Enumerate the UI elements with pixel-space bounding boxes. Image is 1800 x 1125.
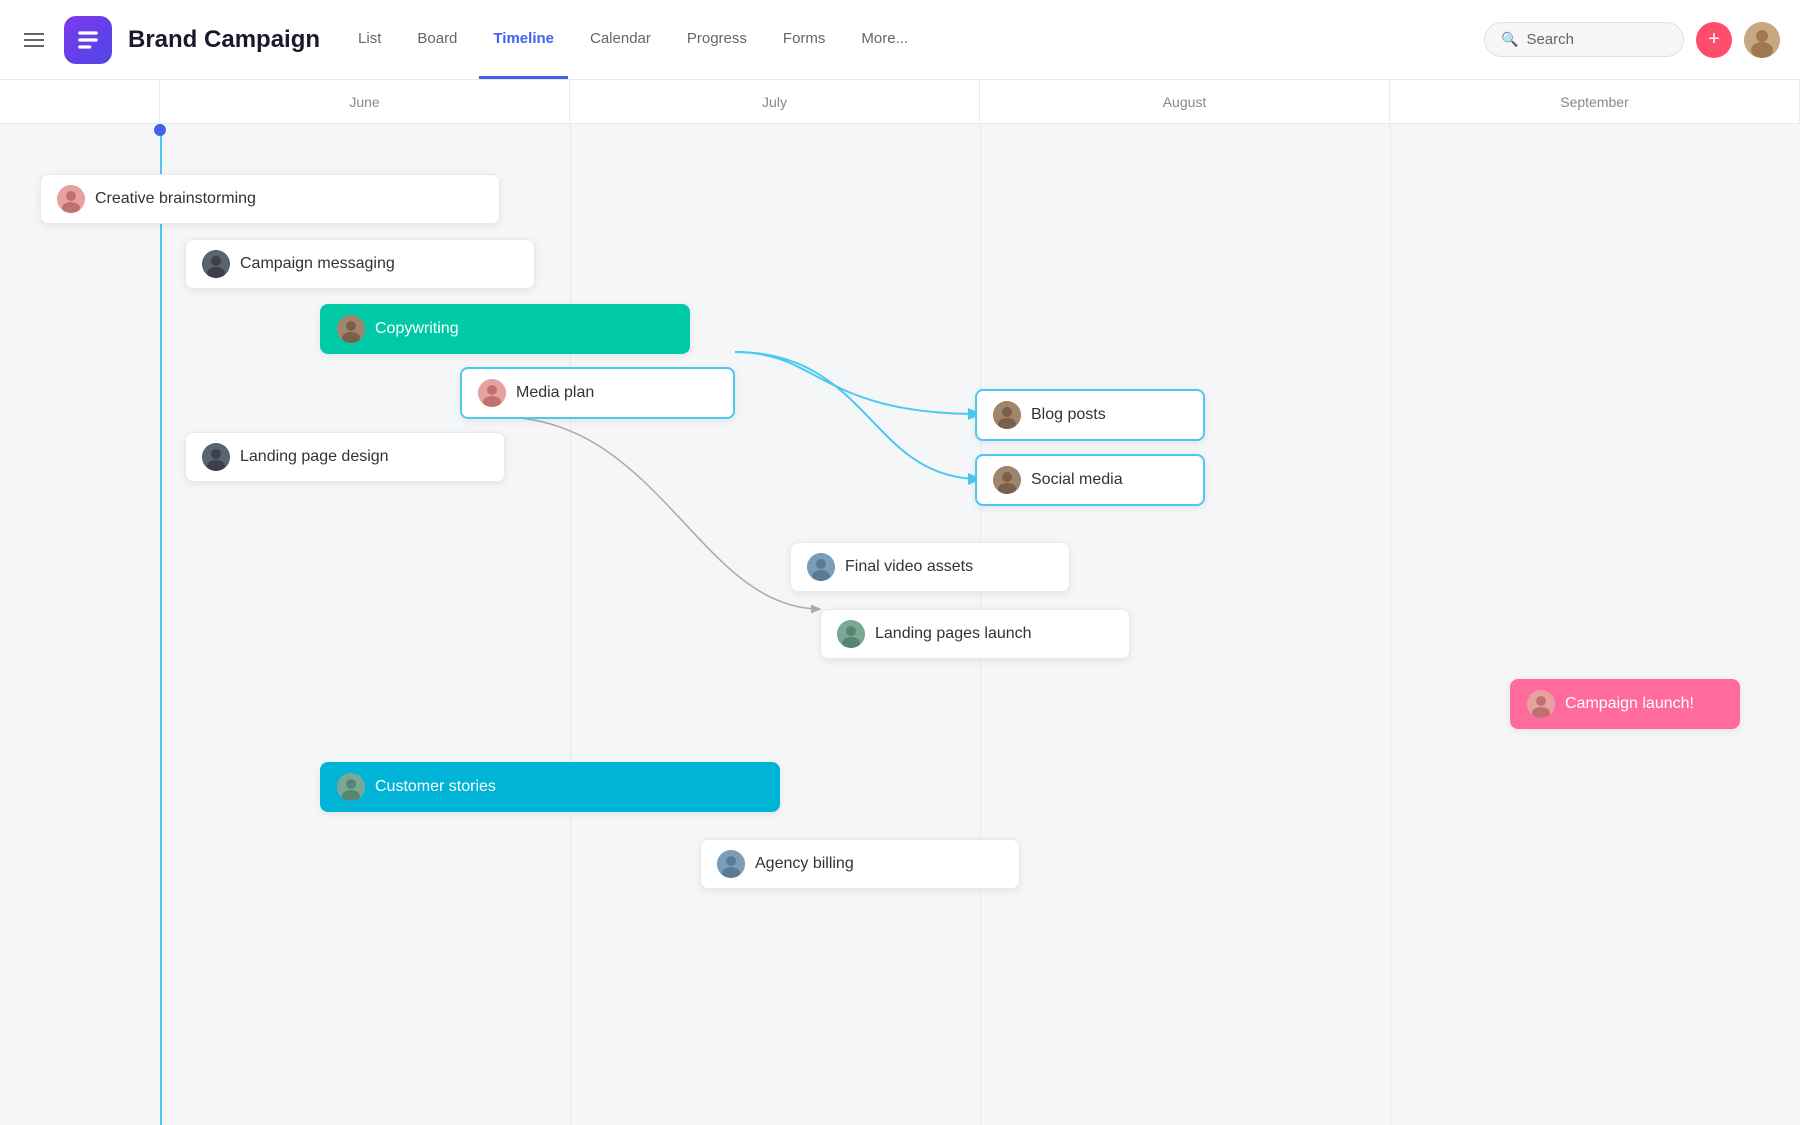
tab-timeline[interactable]: Timeline	[479, 0, 568, 79]
task-creative-brainstorming[interactable]: Creative brainstorming	[40, 174, 500, 224]
task-avatar-media-plan	[478, 379, 506, 407]
task-avatar-video	[807, 553, 835, 581]
task-label-landing-page-design: Landing page design	[240, 448, 389, 466]
tab-list[interactable]: List	[344, 0, 395, 79]
task-label-blog-posts: Blog posts	[1031, 406, 1106, 424]
task-avatar-customer	[337, 773, 365, 801]
task-avatar-blog-posts	[993, 401, 1021, 429]
task-label-customer-stories: Customer stories	[375, 778, 496, 796]
month-june: June	[160, 80, 570, 123]
grid-line-3	[1390, 124, 1391, 1125]
task-label-landing-pages-launch: Landing pages launch	[875, 625, 1032, 643]
month-july: July	[570, 80, 980, 123]
tab-board[interactable]: Board	[403, 0, 471, 79]
app-header: Brand Campaign List Board Timeline Calen…	[0, 0, 1800, 80]
task-avatar-social-media	[993, 466, 1021, 494]
task-avatar-agency	[717, 850, 745, 878]
task-avatar-campaign-launch	[1527, 690, 1555, 718]
search-label: Search	[1526, 31, 1574, 48]
month-august: August	[980, 80, 1390, 123]
task-label-campaign-messaging: Campaign messaging	[240, 255, 395, 273]
timeline-dot	[154, 124, 166, 136]
timeline-content: Creative brainstorming Campaign messagin…	[0, 124, 1800, 1125]
task-label-agency-billing: Agency billing	[755, 855, 854, 873]
task-label-creative-brainstorming: Creative brainstorming	[95, 190, 256, 208]
task-label-campaign-launch: Campaign launch!	[1565, 695, 1694, 713]
task-copywriting[interactable]: Copywriting	[320, 304, 690, 354]
tab-forms[interactable]: Forms	[769, 0, 840, 79]
header-right: 🔍 Search +	[1484, 22, 1780, 58]
task-agency-billing[interactable]: Agency billing	[700, 839, 1020, 889]
app-icon	[64, 16, 112, 64]
project-title: Brand Campaign	[128, 26, 320, 54]
task-label-media-plan: Media plan	[516, 384, 594, 402]
search-box[interactable]: 🔍 Search	[1484, 22, 1684, 57]
task-social-media[interactable]: Social media	[975, 454, 1205, 506]
tab-calendar[interactable]: Calendar	[576, 0, 665, 79]
tab-more[interactable]: More...	[847, 0, 922, 79]
task-landing-page-design[interactable]: Landing page design	[185, 432, 505, 482]
task-label-copywriting: Copywriting	[375, 320, 459, 338]
task-label-social-media: Social media	[1031, 471, 1123, 489]
sidebar-line	[160, 124, 162, 1125]
task-customer-stories[interactable]: Customer stories	[320, 762, 780, 812]
timeline-wrapper: June July August September	[0, 80, 1800, 1125]
task-campaign-messaging[interactable]: Campaign messaging	[185, 239, 535, 289]
task-avatar-landing-design	[202, 443, 230, 471]
grid-line-1	[570, 124, 571, 1125]
user-avatar[interactable]	[1744, 22, 1780, 58]
task-avatar-messaging	[202, 250, 230, 278]
month-header: June July August September	[0, 80, 1800, 124]
task-media-plan[interactable]: Media plan	[460, 367, 735, 419]
month-september: September	[1390, 80, 1800, 123]
search-icon: 🔍	[1501, 31, 1518, 48]
task-avatar-launch	[837, 620, 865, 648]
task-label-final-video: Final video assets	[845, 558, 973, 576]
add-button[interactable]: +	[1696, 22, 1732, 58]
task-avatar-copywriting	[337, 315, 365, 343]
hamburger-menu[interactable]	[20, 29, 48, 51]
task-avatar-creative	[57, 185, 85, 213]
task-blog-posts[interactable]: Blog posts	[975, 389, 1205, 441]
task-campaign-launch[interactable]: Campaign launch!	[1510, 679, 1740, 729]
nav-tabs: List Board Timeline Calendar Progress Fo…	[344, 0, 922, 79]
task-final-video-assets[interactable]: Final video assets	[790, 542, 1070, 592]
tab-progress[interactable]: Progress	[673, 0, 761, 79]
task-landing-pages-launch[interactable]: Landing pages launch	[820, 609, 1130, 659]
